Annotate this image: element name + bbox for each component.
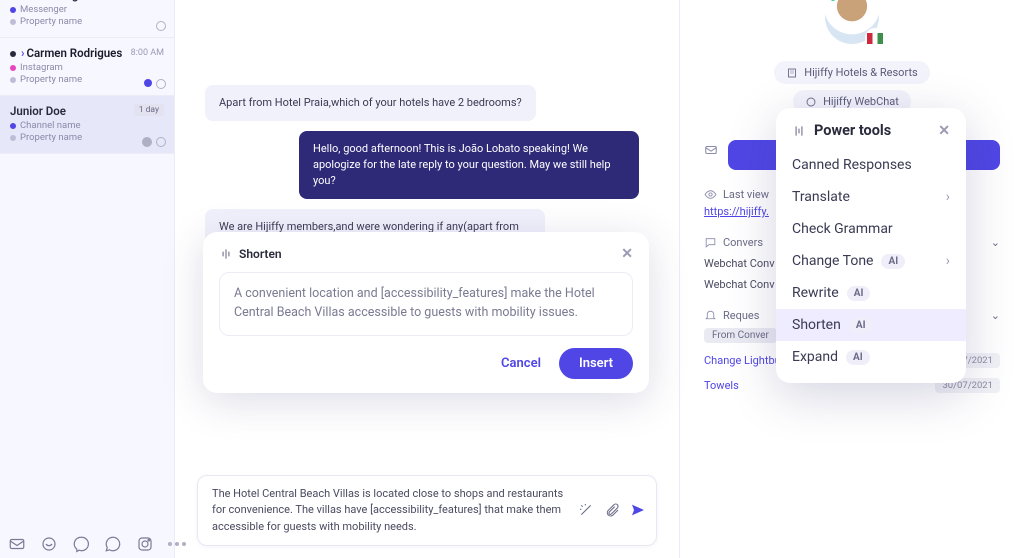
conversation-channel: Instagram — [20, 62, 63, 73]
power-item-label: Check Grammar — [792, 221, 893, 237]
property-dot-icon — [10, 19, 16, 25]
unread-indicator-icon — [144, 79, 152, 87]
whatsapp-icon[interactable] — [104, 535, 122, 553]
messenger-icon[interactable] — [72, 535, 90, 553]
conversation-property: Property name — [20, 16, 82, 27]
online-status-icon — [828, 0, 838, 3]
request-label[interactable]: Towels — [704, 379, 739, 392]
close-icon[interactable]: ✕ — [621, 246, 633, 262]
more-icon[interactable] — [168, 535, 186, 553]
country-flag-icon — [865, 28, 885, 48]
section-label: Convers — [723, 236, 763, 249]
instagram-icon[interactable] — [136, 535, 154, 553]
chat-icon — [704, 236, 717, 249]
avatar — [825, 0, 879, 44]
power-tools-panel: Power tools ✕ Canned Responses Translate… — [776, 108, 966, 383]
chevron-down-icon: ⌄ — [991, 309, 1000, 322]
magic-wand-icon[interactable] — [578, 502, 594, 518]
power-item-grammar[interactable]: Check Grammar — [776, 213, 966, 245]
power-item-label: Shorten — [792, 317, 841, 333]
bell-icon — [704, 309, 717, 322]
ai-badge: AI — [849, 318, 873, 333]
filter-tag[interactable]: From Conver — [704, 328, 777, 343]
channel-dot-icon — [10, 7, 16, 13]
webchat-icon — [805, 96, 817, 108]
power-item-expand[interactable]: Expand AI — [776, 341, 966, 373]
chevron-down-icon: ⌄ — [991, 236, 1000, 249]
power-item-canned[interactable]: Canned Responses — [776, 149, 966, 181]
chat-column: Apart from Hotel Praia,which of your hot… — [175, 0, 679, 558]
ai-badge: AI — [846, 350, 870, 365]
power-item-shorten[interactable]: Shorten AI — [776, 309, 966, 341]
power-item-rewrite[interactable]: Rewrite AI — [776, 277, 966, 309]
mail-icon[interactable] — [8, 535, 26, 553]
power-tools-title: Power tools — [814, 122, 891, 139]
eye-icon — [704, 188, 717, 201]
power-item-label: Translate — [792, 189, 850, 205]
ai-badge: AI — [881, 254, 905, 269]
chevron-right-icon: › — [946, 189, 950, 205]
property-dot-icon — [10, 77, 16, 83]
status-circle-icon — [142, 137, 152, 147]
status-circle-icon — [156, 137, 166, 147]
conversation-time: 8:00 AM — [131, 48, 164, 58]
conversation-item[interactable]: Carmen Rodrigues Instagram Property name… — [0, 38, 174, 96]
conversation-channel: Messenger — [20, 4, 67, 15]
send-icon[interactable] — [630, 502, 646, 518]
chevron-right-icon: › — [946, 253, 950, 269]
message-incoming: Apart from Hotel Praia,which of your hot… — [205, 85, 536, 121]
org-chip[interactable]: Hijiffy Hotels & Resorts — [774, 61, 929, 84]
composer-text: The Hotel Central Beach Villas is locate… — [212, 487, 563, 533]
power-item-label: Expand — [792, 349, 838, 365]
conversation-property: Property name — [20, 74, 82, 85]
power-item-translate[interactable]: Translate › — [776, 181, 966, 213]
conversation-name: Carmen Rodrigues — [26, 46, 122, 60]
attachment-icon[interactable] — [604, 502, 620, 518]
channel-dot-icon — [10, 65, 16, 71]
conversation-list: Lorenzo Vargas Messenger Property name 9… — [0, 0, 175, 558]
conversation-age-badge: 1 day — [134, 104, 164, 116]
shorten-dialog: Shorten ✕ A convenient location and [acc… — [203, 232, 649, 393]
mail-icon[interactable] — [704, 143, 718, 157]
channel-dot-icon — [10, 123, 16, 129]
conversation-channel: Channel name — [20, 120, 81, 131]
shorten-output: A convenient location and [accessibility… — [219, 272, 633, 336]
conversation-name: Lorenzo Vargas — [10, 0, 164, 2]
section-label: Reques — [723, 309, 759, 322]
status-circle-icon — [156, 79, 166, 89]
org-name: Hijiffy Hotels & Resorts — [804, 66, 917, 79]
message-outgoing: Hello, good afternoon! This is João Loba… — [299, 131, 639, 199]
power-item-label: Canned Responses — [792, 157, 912, 173]
close-icon[interactable]: ✕ — [938, 123, 950, 139]
channel-name: Hijiffy WebChat — [823, 95, 899, 108]
power-tools-icon — [792, 124, 806, 138]
power-item-label: Change Tone — [792, 253, 873, 269]
conversation-item-selected[interactable]: Junior Doe Channel name Property name 1 … — [0, 96, 174, 154]
status-circle-icon — [156, 21, 166, 31]
unread-dot-icon — [10, 51, 16, 57]
conversation-item[interactable]: Lorenzo Vargas Messenger Property name 9… — [0, 0, 174, 38]
section-label: Last view — [723, 188, 769, 201]
building-icon — [786, 67, 798, 79]
property-dot-icon — [10, 135, 16, 141]
shorten-title: Shorten — [239, 247, 282, 261]
power-item-label: Rewrite — [792, 285, 839, 301]
ai-badge: AI — [847, 286, 871, 301]
channel-icon-rail — [8, 530, 186, 558]
loop-icon[interactable] — [40, 535, 58, 553]
message-composer[interactable]: The Hotel Central Beach Villas is locate… — [197, 475, 657, 547]
insert-button[interactable]: Insert — [559, 348, 633, 379]
power-item-tone[interactable]: Change Tone AI › — [776, 245, 966, 277]
shorten-icon — [219, 247, 233, 261]
conversation-property: Property name — [20, 132, 82, 143]
cancel-button[interactable]: Cancel — [495, 348, 547, 379]
